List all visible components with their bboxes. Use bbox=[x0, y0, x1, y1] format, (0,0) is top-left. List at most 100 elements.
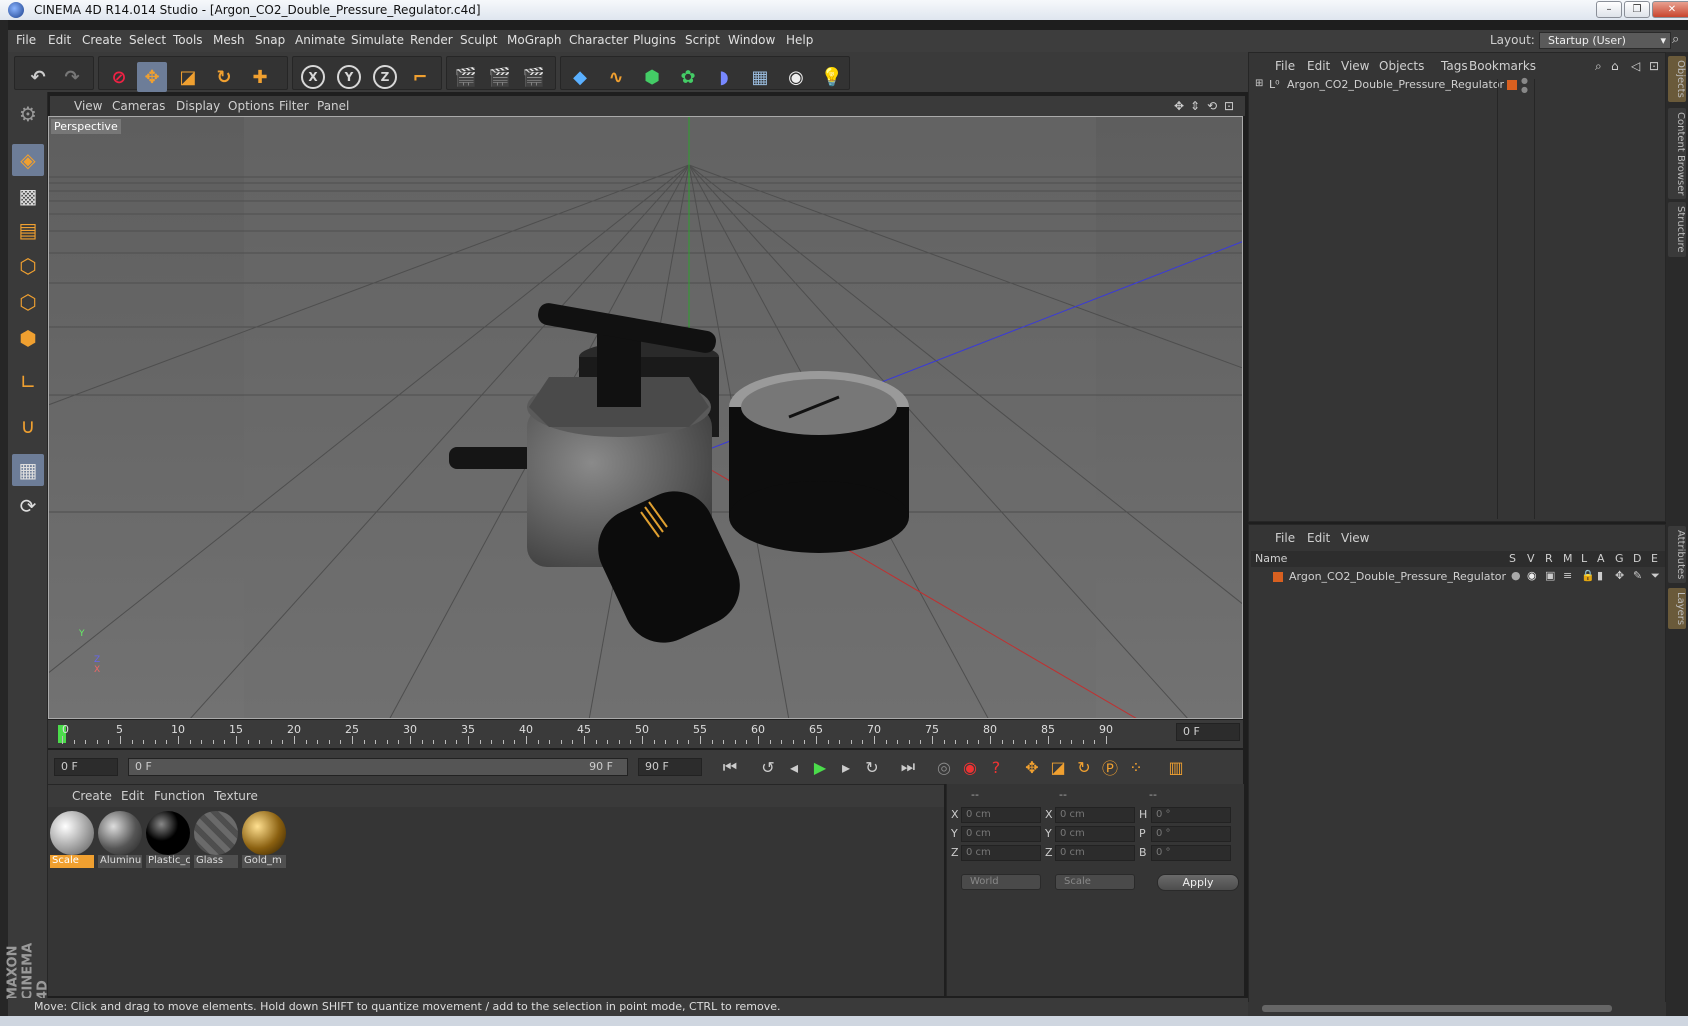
deformer-toggle-icon[interactable]: ✎ bbox=[1633, 569, 1642, 582]
light-icon[interactable]: 💡 bbox=[817, 62, 847, 92]
column-solo[interactable]: S bbox=[1509, 552, 1516, 565]
menu-snap[interactable]: Snap bbox=[255, 33, 285, 47]
record-active-icon[interactable]: ◎ bbox=[932, 755, 956, 779]
back-icon[interactable]: ◁ bbox=[1631, 59, 1640, 73]
keyframe-selection-icon[interactable]: ? bbox=[984, 755, 1008, 779]
tab-layers[interactable]: Layers bbox=[1668, 588, 1686, 630]
objects-menu-edit[interactable]: Edit bbox=[1307, 59, 1330, 73]
add-tool-icon[interactable]: ✚ bbox=[245, 62, 275, 92]
layers-menu-file[interactable]: File bbox=[1275, 531, 1295, 545]
column-name[interactable]: Name bbox=[1255, 552, 1287, 565]
array-icon[interactable]: ✿ bbox=[673, 62, 703, 92]
lock-toggle-icon[interactable]: 🔒 bbox=[1581, 569, 1595, 582]
layer-row[interactable]: Argon_CO2_Double_Pressure_Regulator ● ◉ … bbox=[1253, 569, 1663, 585]
minimize-button[interactable]: – bbox=[1596, 1, 1622, 18]
transform-mode-select[interactable]: Scale bbox=[1055, 874, 1135, 890]
key-position-icon[interactable]: ✥ bbox=[1020, 755, 1044, 779]
expression-toggle-icon[interactable]: ⏷ bbox=[1651, 569, 1660, 583]
search-icon[interactable]: ⌕ bbox=[1672, 32, 1679, 47]
column-manager[interactable]: M bbox=[1563, 552, 1573, 565]
position-y-field[interactable]: 0 cm bbox=[961, 826, 1041, 842]
workplane-lock-icon[interactable]: ▦ bbox=[12, 454, 44, 486]
menu-script[interactable]: Script bbox=[685, 33, 720, 47]
cube-primitive-icon[interactable]: ◆ bbox=[565, 62, 595, 92]
render-settings-icon[interactable]: 🎬 bbox=[519, 62, 549, 92]
edges-mode-icon[interactable]: ⬡ bbox=[12, 286, 44, 318]
object-row[interactable]: ⊞ L⁰ Argon_CO2_Double_Pressure_Regulator bbox=[1253, 77, 1504, 93]
home-icon[interactable]: ⌂ bbox=[1611, 59, 1619, 73]
objects-menu-tags[interactable]: Tags bbox=[1441, 59, 1468, 73]
size-z-field[interactable]: 0 cm bbox=[1055, 845, 1135, 861]
key-pla-icon[interactable]: ⁘ bbox=[1124, 755, 1148, 779]
generator-toggle-icon[interactable]: ✥ bbox=[1615, 569, 1624, 582]
pan-view-icon[interactable]: ✥ bbox=[1174, 99, 1184, 113]
objects-menu-view[interactable]: View bbox=[1341, 59, 1369, 73]
layer-color-swatch[interactable] bbox=[1507, 80, 1517, 90]
new-window-icon[interactable]: ⊡ bbox=[1649, 59, 1659, 73]
nurbs-icon[interactable]: ⬢ bbox=[637, 62, 667, 92]
key-parameter-icon[interactable]: Ⓟ bbox=[1098, 755, 1122, 779]
scale-tool-icon[interactable]: ◪ bbox=[173, 62, 203, 92]
viewport-menu-cameras[interactable]: Cameras bbox=[112, 99, 165, 113]
cinema4d-app-icon[interactable] bbox=[8, 2, 24, 18]
size-x-field[interactable]: 0 cm bbox=[1055, 807, 1135, 823]
x-axis-lock-button[interactable]: X bbox=[301, 65, 325, 89]
apply-button[interactable]: Apply bbox=[1157, 874, 1239, 891]
make-editable-icon[interactable]: ⚙ bbox=[12, 98, 44, 130]
menu-create[interactable]: Create bbox=[82, 33, 122, 47]
menu-mesh[interactable]: Mesh bbox=[213, 33, 245, 47]
material-menu-texture[interactable]: Texture bbox=[214, 789, 258, 803]
key-rotation-icon[interactable]: ↻ bbox=[1072, 755, 1096, 779]
size-y-field[interactable]: 0 cm bbox=[1055, 826, 1135, 842]
end-frame-field[interactable]: 90 F bbox=[638, 758, 702, 776]
scrollbar-thumb[interactable] bbox=[1262, 1005, 1612, 1012]
previous-frame-icon[interactable]: ◂ bbox=[782, 755, 806, 779]
menu-edit[interactable]: Edit bbox=[48, 33, 71, 47]
timeline-ruler[interactable]: 0 5 10 15 20 25 30 35 40 45 50 55 60 65 … bbox=[48, 720, 1243, 748]
objects-menu-file[interactable]: File bbox=[1275, 59, 1295, 73]
close-button[interactable]: ✕ bbox=[1652, 1, 1688, 18]
menu-animate[interactable]: Animate bbox=[295, 33, 345, 47]
menu-character[interactable]: Character bbox=[569, 33, 628, 47]
layout-select[interactable]: Startup (User) ▾ bbox=[1539, 32, 1671, 49]
points-mode-icon[interactable]: ⬡ bbox=[12, 250, 44, 282]
material-menu-edit[interactable]: Edit bbox=[121, 789, 144, 803]
viewport-menu-display[interactable]: Display bbox=[176, 99, 220, 113]
frame-range-slider[interactable]: 0 F 90 F bbox=[128, 758, 628, 776]
tab-objects[interactable]: Objects bbox=[1668, 56, 1686, 102]
play-icon[interactable]: ▶ bbox=[808, 755, 832, 779]
rotation-b-field[interactable]: 0 ° bbox=[1151, 845, 1231, 861]
render-view-icon[interactable]: 🎬 bbox=[451, 62, 481, 92]
tab-content-browser[interactable]: Content Browser bbox=[1668, 108, 1686, 200]
position-z-field[interactable]: 0 cm bbox=[961, 845, 1041, 861]
material-swatch[interactable]: Aluminu bbox=[98, 811, 142, 868]
camera-icon[interactable]: ◉ bbox=[781, 62, 811, 92]
key-scale-icon[interactable]: ◪ bbox=[1046, 755, 1070, 779]
rotate-tool-icon[interactable]: ↻ bbox=[209, 62, 239, 92]
y-axis-lock-button[interactable]: Y bbox=[337, 65, 361, 89]
start-frame-field[interactable]: 0 F bbox=[54, 758, 118, 776]
menu-sculpt[interactable]: Sculpt bbox=[460, 33, 497, 47]
layers-menu-view[interactable]: View bbox=[1341, 531, 1369, 545]
render-picture-viewer-icon[interactable]: 🎬 bbox=[485, 62, 515, 92]
solo-toggle-icon[interactable]: ● bbox=[1511, 569, 1521, 582]
spline-icon[interactable]: ∿ bbox=[601, 62, 631, 92]
position-x-field[interactable]: 0 cm bbox=[961, 807, 1041, 823]
go-to-end-icon[interactable]: ⏭ bbox=[896, 755, 920, 779]
menu-plugins[interactable]: Plugins bbox=[633, 33, 676, 47]
column-generators[interactable]: G bbox=[1615, 552, 1624, 565]
visible-toggle-icon[interactable]: ◉ bbox=[1527, 569, 1537, 582]
menu-select[interactable]: Select bbox=[129, 33, 166, 47]
material-swatch[interactable]: Gold_m bbox=[242, 811, 286, 868]
move-tool-icon[interactable]: ✥ bbox=[137, 62, 167, 92]
perspective-viewport[interactable]: Perspective Y Z X bbox=[48, 116, 1243, 719]
layers-menu-edit[interactable]: Edit bbox=[1307, 531, 1330, 545]
column-animation[interactable]: A bbox=[1597, 552, 1605, 565]
maximize-view-icon[interactable]: ⊡ bbox=[1224, 99, 1234, 113]
texture-mode-icon[interactable]: ▩ bbox=[12, 180, 44, 212]
maximize-button[interactable]: ❐ bbox=[1624, 1, 1650, 18]
redo-icon[interactable]: ↷ bbox=[57, 62, 87, 92]
polygons-mode-icon[interactable]: ⬢ bbox=[12, 322, 44, 354]
column-view[interactable]: V bbox=[1527, 552, 1535, 565]
menu-simulate[interactable]: Simulate bbox=[351, 33, 404, 47]
